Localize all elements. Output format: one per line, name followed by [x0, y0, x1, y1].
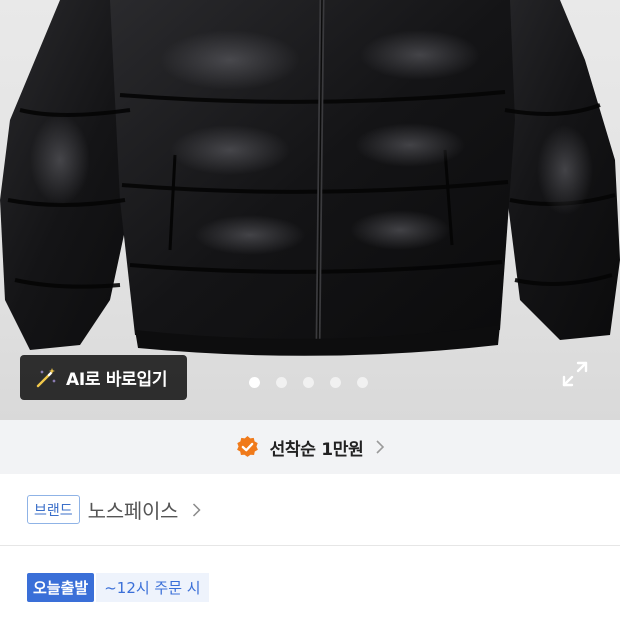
magic-wand-icon: [36, 367, 56, 387]
product-image-carousel[interactable]: AI로 바로입기: [0, 0, 620, 420]
check-badge-icon: [236, 435, 258, 457]
brand-tag: 브랜드: [27, 495, 80, 524]
product-page: AI로 바로입기 선착순 1만원 브랜드 노스페이스 오늘출발 ~12시 주문 …: [0, 0, 620, 620]
carousel-dot-5[interactable]: [357, 377, 368, 388]
chevron-right-icon: [376, 440, 385, 454]
ai-try-on-label: AI로 바로입기: [66, 370, 168, 390]
ai-try-on-button[interactable]: AI로 바로입기: [20, 355, 187, 400]
carousel-dot-2[interactable]: [276, 377, 287, 388]
expand-icon[interactable]: [561, 360, 589, 388]
carousel-dot-1[interactable]: [249, 377, 260, 388]
carousel-dot-4[interactable]: [330, 377, 341, 388]
carousel-dot-3[interactable]: [303, 377, 314, 388]
delivery-info: 오늘출발 ~12시 주문 시: [27, 573, 209, 602]
same-day-shipping-badge: 오늘출발: [27, 573, 95, 602]
promo-text: 선착순 1만원: [269, 439, 364, 460]
carousel-indicator: [249, 377, 368, 388]
brand-link[interactable]: 브랜드 노스페이스: [0, 474, 620, 546]
first-come-coupon-banner[interactable]: 선착순 1만원: [0, 420, 620, 474]
brand-name: 노스페이스: [87, 499, 179, 523]
chevron-right-icon: [193, 502, 201, 517]
order-cutoff-text: ~12시 주문 시: [96, 573, 209, 602]
